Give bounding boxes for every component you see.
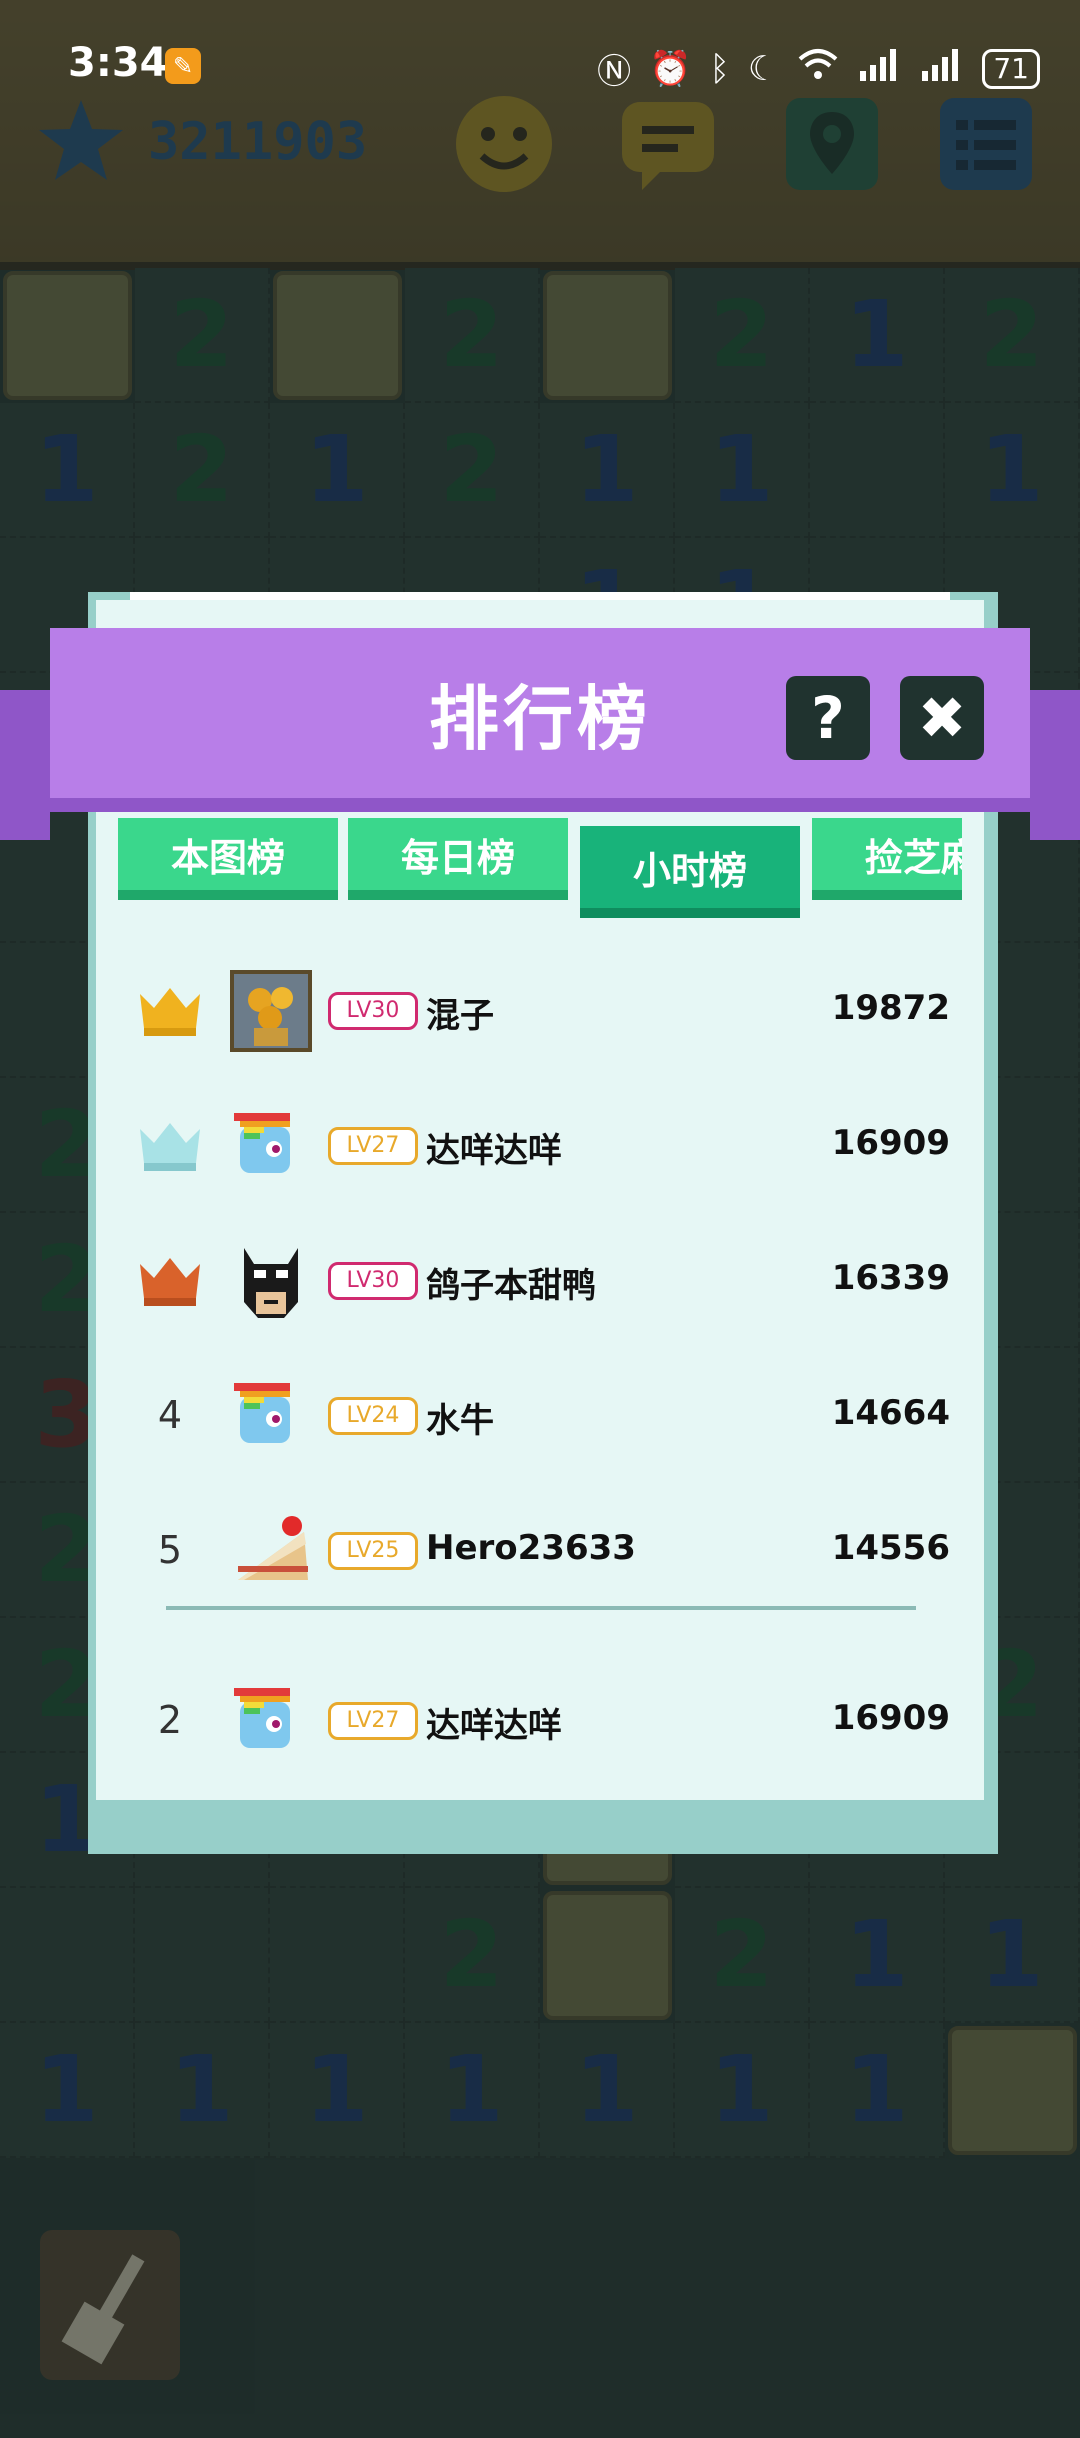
player-score: 16339 (831, 1258, 950, 1298)
close-button[interactable]: ✖ (900, 676, 984, 760)
gold-crown-icon (140, 988, 200, 1036)
my-rank-row[interactable]: 2 LV27 达咩达咩 16909 (130, 1660, 950, 1780)
sunflower-avatar-icon (230, 970, 312, 1052)
player-name: Hero23633 (426, 1528, 636, 1568)
leaderboard-row[interactable]: LV30 混子 19872 (130, 950, 950, 1070)
list-divider (166, 1606, 916, 1610)
rank-cell (130, 1085, 210, 1205)
player-name: 达咩达咩 (426, 1706, 562, 1746)
tab-daily-ranking[interactable]: 每日榜 (348, 818, 568, 900)
level-badge: LV30 (328, 992, 418, 1030)
level-badge: LV30 (328, 1262, 418, 1300)
level-badge: LV27 (328, 1127, 418, 1165)
question-mark-icon: ? (811, 684, 845, 752)
status-icons: Ⓝ ⏰ ᛒ ☾ 71 (597, 44, 1040, 93)
batman-avatar-icon (230, 1240, 312, 1322)
status-bar: 3:34 ✎ Ⓝ ⏰ ᛒ ☾ 71 (0, 0, 1080, 130)
player-name: 达咩达咩 (426, 1131, 562, 1171)
leaderboard-tabs: 本图榜 每日榜 小时榜 捡芝麻 (118, 818, 962, 918)
tab-hourly-ranking[interactable]: 小时榜 (580, 826, 800, 918)
battery-indicator: 71 (982, 48, 1040, 89)
rainbow-pony-avatar-icon (230, 1680, 312, 1762)
cake-slice-avatar-icon (230, 1510, 312, 1592)
player-score: 16909 (831, 1698, 950, 1738)
banner-wing-right (1030, 690, 1080, 840)
leaderboard-row[interactable]: LV30 鸽子本甜鸭 16339 (130, 1220, 950, 1340)
player-score: 14664 (831, 1393, 950, 1433)
signal-icon-1 (858, 47, 902, 90)
rainbow-pony-avatar-icon (230, 1105, 312, 1187)
leaderboard-row[interactable]: 5 LV25 Hero23633 14556 (130, 1490, 950, 1610)
alarm-icon: ⏰ (649, 48, 692, 89)
silver-crown-icon (140, 1123, 200, 1171)
tab-map-ranking[interactable]: 本图榜 (118, 818, 338, 900)
tab-sesame-ranking[interactable]: 捡芝麻 (812, 818, 962, 900)
bluetooth-icon: ᛒ (709, 48, 730, 89)
level-badge: LV27 (328, 1702, 418, 1740)
player-name: 混子 (426, 996, 494, 1036)
level-badge: LV25 (328, 1532, 418, 1570)
signal-icon-2 (920, 47, 964, 90)
rank-number: 2 (157, 1698, 183, 1742)
moon-icon: ☾ (747, 48, 779, 89)
nfc-icon: Ⓝ (597, 52, 632, 92)
wifi-icon (796, 47, 840, 90)
player-score: 14556 (831, 1528, 950, 1568)
bronze-crown-icon (140, 1258, 200, 1306)
player-name: 鸽子本甜鸭 (426, 1266, 596, 1306)
dialog-title: 排行榜 (429, 677, 651, 760)
notification-app-icon: ✎ (165, 48, 201, 84)
close-icon: ✖ (917, 684, 967, 752)
player-name: 水牛 (426, 1401, 494, 1441)
player-score: 19872 (831, 988, 950, 1028)
rainbow-pony-avatar-icon (230, 1375, 312, 1457)
level-badge: LV24 (328, 1397, 418, 1435)
leaderboard-row[interactable]: 4 LV24 水牛 14664 (130, 1355, 950, 1475)
banner-wing-left (0, 690, 50, 840)
rank-number: 4 (157, 1393, 183, 1437)
leaderboard-row[interactable]: LV27 达咩达咩 16909 (130, 1085, 950, 1205)
status-time: 3:34 (68, 40, 168, 86)
rank-cell (130, 950, 210, 1070)
player-score: 16909 (831, 1123, 950, 1163)
rank-cell (130, 1220, 210, 1340)
title-banner: 排行榜 (50, 628, 1030, 812)
help-button[interactable]: ? (786, 676, 870, 760)
rank-number: 5 (157, 1528, 183, 1572)
